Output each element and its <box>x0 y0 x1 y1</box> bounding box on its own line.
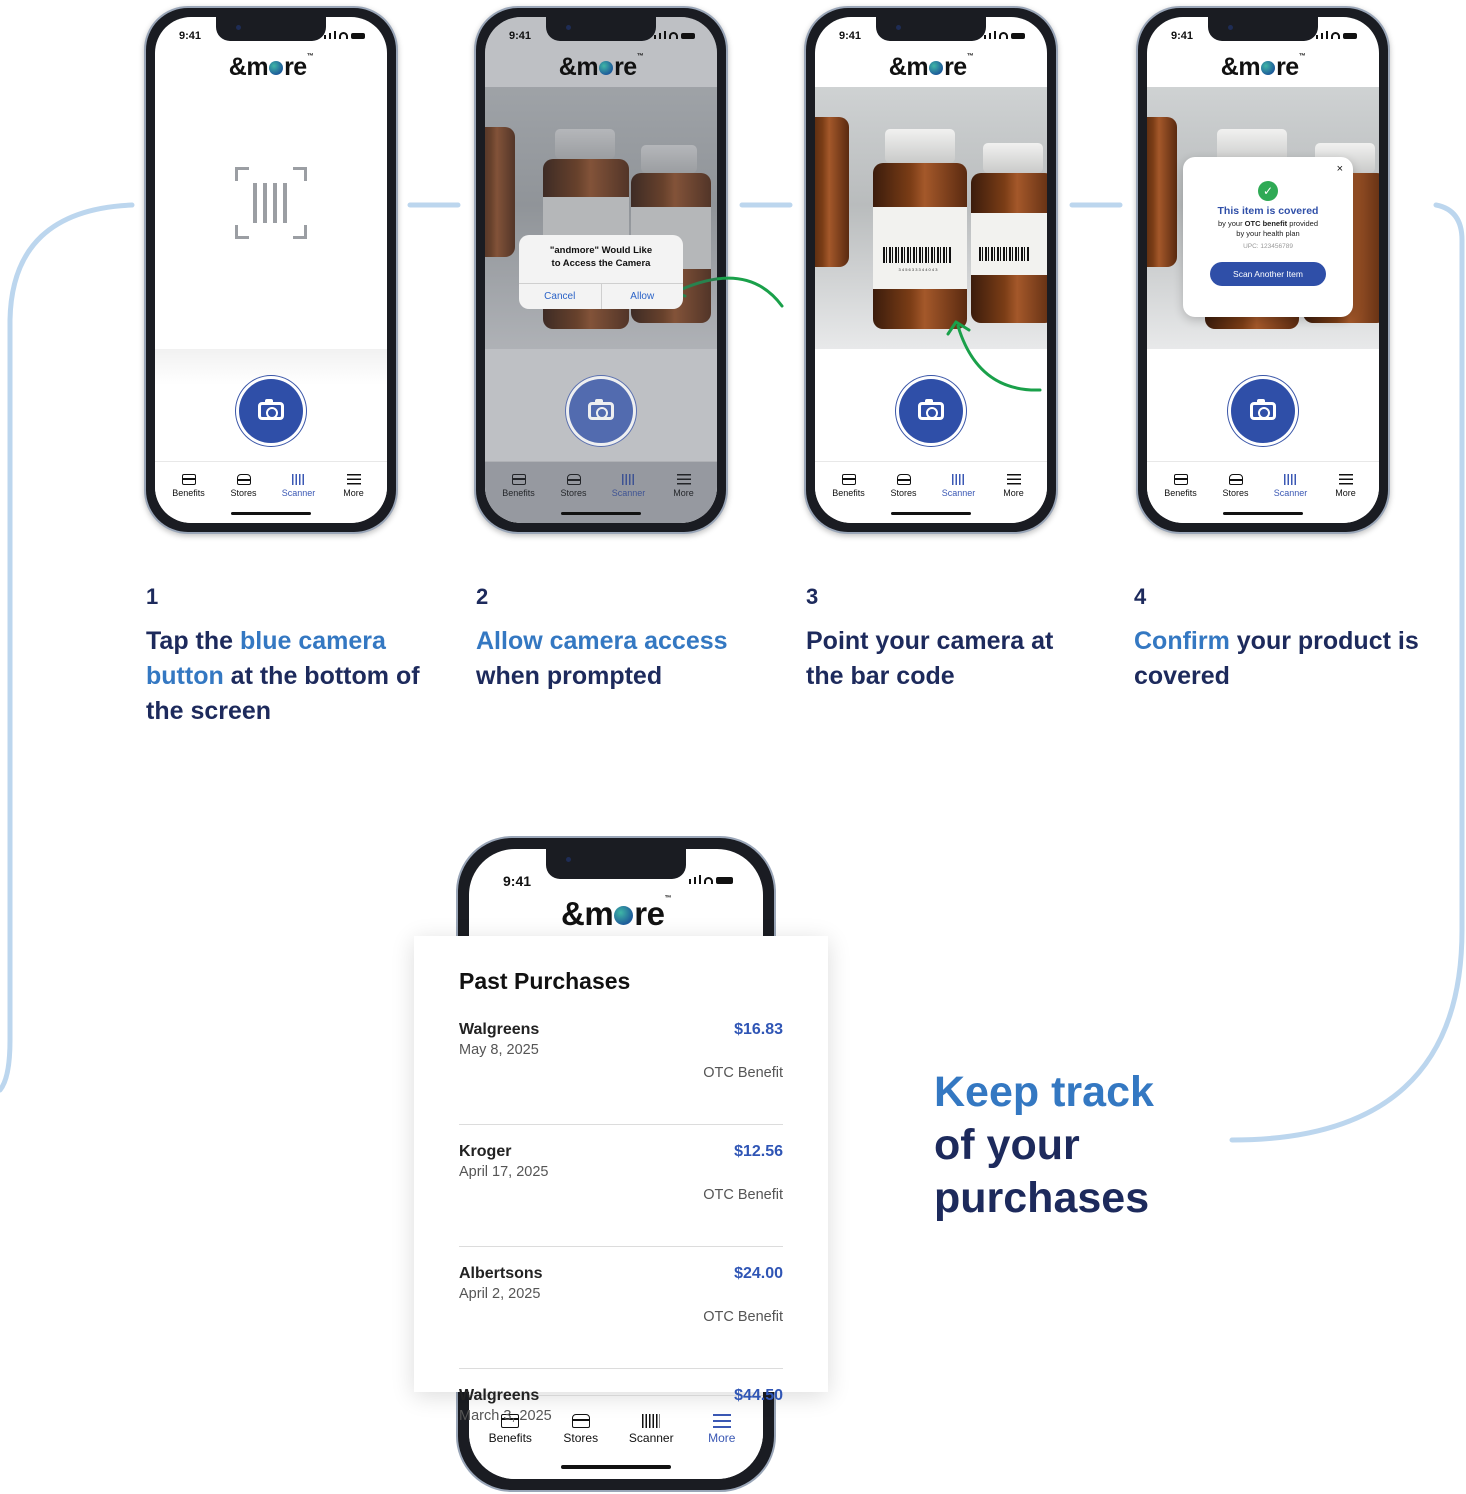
camera-button[interactable] <box>569 379 633 443</box>
purchase-date: April 17, 2025 <box>459 1164 549 1180</box>
coverage-title: This item is covered <box>1217 205 1319 217</box>
step-1: 1 Tap the blue camera button at the bott… <box>146 584 436 729</box>
step-2: 2 Allow camera access when prompted <box>476 584 776 694</box>
status-time: 9:41 <box>509 30 532 42</box>
screen: 9:41 &m re™ "andmore" Would Like to Access… <box>485 17 717 523</box>
home-indicator <box>561 512 641 515</box>
signal-icon <box>1316 35 1318 39</box>
purchase-row[interactable]: Albertsons April 2, 2025 $24.00 OTC Bene… <box>459 1265 783 1369</box>
status-time: 9:41 <box>179 30 202 42</box>
app-logo: &m re™ <box>558 53 644 81</box>
notch <box>876 17 986 41</box>
past-purchases-card: Past Purchases Walgreens May 8, 2025 $16… <box>414 936 828 1424</box>
step-text: Tap the blue camera button at the bottom… <box>146 627 420 725</box>
camera-permission-dialog: "andmore" Would Like to Access the Camera… <box>519 235 683 309</box>
home-indicator <box>561 1465 671 1469</box>
wifi-icon <box>704 877 713 884</box>
purchase-amount: $44.50 <box>734 1387 783 1404</box>
status-icons <box>1316 31 1357 39</box>
close-icon[interactable]: × <box>1337 163 1343 175</box>
purchase-amount: $12.56 <box>734 1143 783 1160</box>
allow-button[interactable]: Allow <box>602 284 684 309</box>
status-icons <box>324 31 365 39</box>
wifi-icon <box>999 32 1008 39</box>
battery-icon <box>1343 33 1357 39</box>
step-text: Point your camera at the bar code <box>806 627 1054 690</box>
purchase-row[interactable]: Walgreens March 3, 2025 $44.50 <box>459 1387 783 1447</box>
battery-icon <box>1011 33 1025 39</box>
coverage-popup: × ✓ This item is covered by your OTC ben… <box>1183 157 1353 317</box>
signal-icon <box>689 879 691 884</box>
curved-arrow-icon <box>956 324 1042 392</box>
upc-text: UPC: 123456789 <box>1243 243 1293 251</box>
status-icons <box>654 31 695 39</box>
scan-another-item-button[interactable]: Scan Another Item <box>1210 262 1326 287</box>
purchase-amount: $16.83 <box>734 1021 783 1038</box>
app-logo: &m re™ <box>228 53 314 81</box>
benefit-type: OTC Benefit <box>703 1065 783 1081</box>
purchase-date: April 2, 2025 <box>459 1286 541 1302</box>
signal-icon <box>324 35 326 39</box>
purchase-row[interactable]: Kroger April 17, 2025 $12.56 OTC Benefit <box>459 1143 783 1247</box>
app-logo: &m re™ <box>1220 53 1306 81</box>
cancel-button[interactable]: Cancel <box>519 284 602 309</box>
wifi-icon <box>669 32 678 39</box>
coverage-subtitle: by your OTC benefit provided by your heal… <box>1217 219 1319 239</box>
notch <box>216 17 326 41</box>
check-icon: ✓ <box>1258 181 1278 201</box>
notch <box>1208 17 1318 41</box>
app-logo: &m re™ <box>888 53 974 81</box>
purchase-date: March 3, 2025 <box>459 1408 552 1424</box>
past-purchases-title: Past Purchases <box>459 968 631 994</box>
signal-icon <box>654 35 656 39</box>
dialog-title-line-1: "andmore" Would Like <box>549 245 653 256</box>
signal-icon <box>984 35 986 39</box>
battery-icon <box>681 33 695 39</box>
wifi-icon <box>1331 32 1340 39</box>
step-number: 3 <box>806 584 819 609</box>
status-time: 9:41 <box>1171 30 1194 42</box>
step-number: 1 <box>146 584 159 609</box>
step-text: Allow camera access when prompted <box>476 627 728 690</box>
keep-track-heading: Keep track of your purchases <box>934 1068 1154 1222</box>
benefit-type: OTC Benefit <box>703 1309 783 1325</box>
step-4: 4 Confirm your product is covered <box>1134 584 1434 694</box>
battery-icon <box>351 33 365 39</box>
purchase-row[interactable]: Walgreens May 8, 2025 $16.83 OTC Benefit <box>459 1021 783 1125</box>
purchase-date: May 8, 2025 <box>459 1042 539 1058</box>
camera-icon <box>588 399 614 420</box>
step-number: 4 <box>1134 584 1147 609</box>
step-number: 2 <box>476 584 489 609</box>
dialog-title-line-2: to Access the Camera <box>551 257 651 269</box>
notch <box>546 17 656 41</box>
status-time: 9:41 <box>839 30 862 42</box>
step-3: 3 Point your camera at the bar code <box>806 584 1086 694</box>
wifi-icon <box>339 32 348 39</box>
battery-icon <box>716 877 733 884</box>
benefit-type: OTC Benefit <box>703 1187 783 1203</box>
app-logo: &m re™ <box>561 895 671 932</box>
purchase-amount: $24.00 <box>734 1265 783 1282</box>
status-icons <box>689 875 733 884</box>
phone-step-2: 9:41 &m re™ "andmore" Would Like to Access… <box>474 6 728 534</box>
notch <box>546 849 686 879</box>
status-icons <box>984 31 1025 39</box>
status-time: 9:41 <box>503 873 532 889</box>
step-text: Confirm your product is covered <box>1134 627 1419 690</box>
